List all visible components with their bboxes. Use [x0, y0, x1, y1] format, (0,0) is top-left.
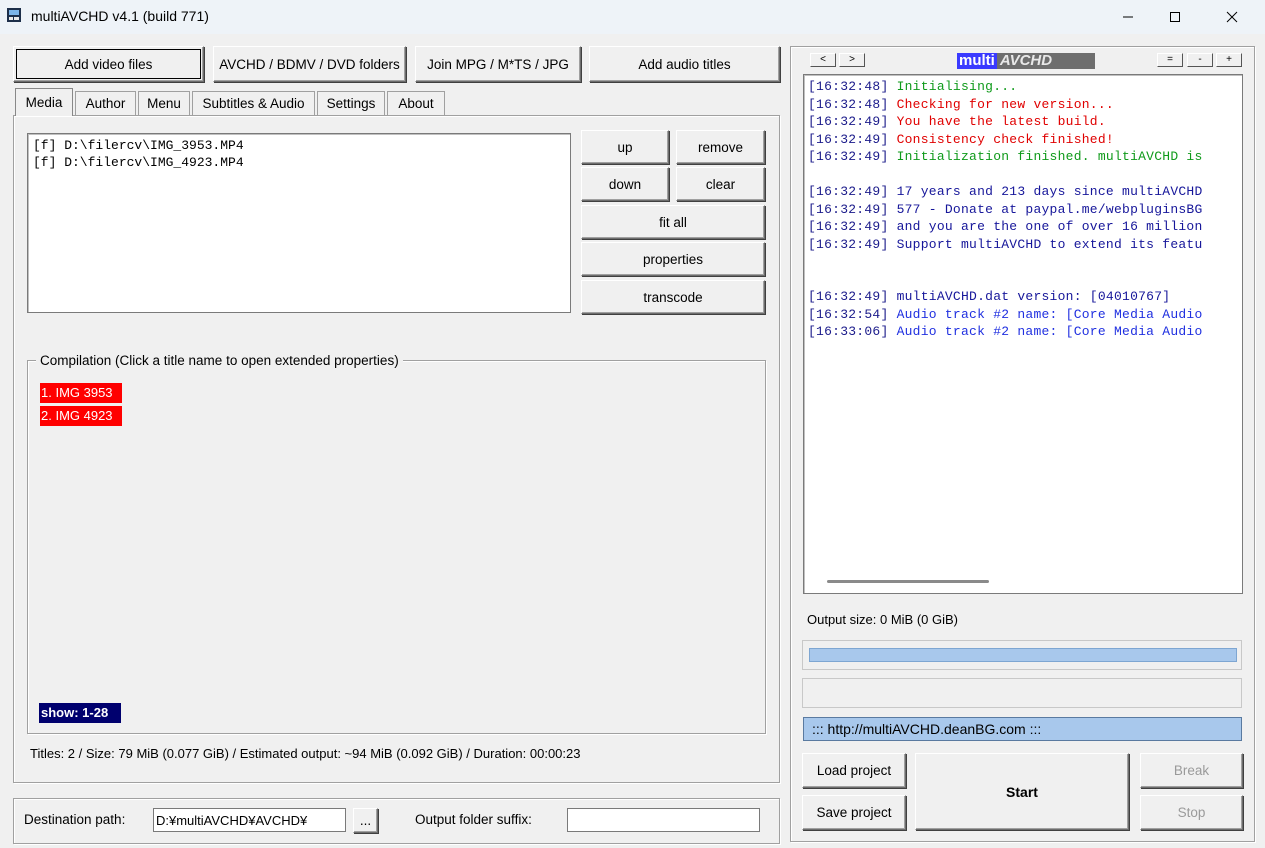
break-button[interactable]: Break: [1140, 753, 1243, 788]
log-line: [16:32:49] 17 years and 213 days since m…: [808, 184, 1203, 199]
log-timestamp: [16:32:49]: [808, 201, 889, 217]
log-timestamp: [16:32:48]: [808, 96, 889, 112]
log-line: [16:33:06] Audio track #2 name: [Core Me…: [808, 324, 1203, 339]
compilation-legend: Compilation (Click a title name to open …: [36, 353, 403, 368]
tab-media[interactable]: Media: [15, 88, 73, 116]
suffix-label: Output folder suffix:: [415, 812, 532, 827]
log-message: Initialization finished. multiAVCHD is: [896, 149, 1203, 164]
log-message: Checking for new version...: [896, 96, 1114, 112]
properties-button[interactable]: properties: [581, 242, 765, 276]
title-chip[interactable]: 1. IMG 3953: [40, 383, 122, 403]
log-view[interactable]: [16:32:48] Initialising... [16:32:48] Che…: [803, 74, 1243, 594]
window-title: multiAVCHD v4.1 (build 771): [31, 8, 209, 24]
log-line: [16:32:48] Checking for new version...: [808, 97, 1114, 112]
add-audio-titles-button[interactable]: Add audio titles: [589, 46, 780, 82]
log-line: [16:32:49] Initialization finished. mult…: [808, 149, 1203, 164]
output-suffix-input[interactable]: [567, 808, 760, 832]
log-message: Consistency check finished!: [896, 131, 1114, 147]
website-link[interactable]: ::: http://multiAVCHD.deanBG.com :::: [803, 717, 1242, 741]
remove-button[interactable]: remove: [676, 130, 765, 164]
maximize-icon: [1170, 12, 1180, 22]
log-message: 577 - Donate at paypal.me/webpluginsBG: [896, 201, 1203, 217]
fit-all-button[interactable]: fit all: [581, 205, 765, 239]
zoom-reset-button[interactable]: =: [1157, 53, 1183, 67]
tab-subtitles-audio[interactable]: Subtitles & Audio: [192, 91, 315, 115]
log-timestamp: [16:32:49]: [808, 149, 889, 164]
log-line: [16:32:49] and you are the one of over 1…: [808, 219, 1203, 234]
save-project-button[interactable]: Save project: [802, 795, 906, 830]
app-icon: [7, 8, 21, 22]
log-message: Audio track #2 name: [Core Media Audio: [896, 324, 1203, 339]
log-timestamp: [16:32:54]: [808, 306, 889, 322]
browse-button[interactable]: ...: [353, 808, 378, 833]
avchd-folders-button[interactable]: AVCHD / BDMV / DVD folders: [213, 46, 406, 82]
progress-fill: [809, 648, 1237, 662]
compilation-group: [27, 360, 766, 734]
tab-author[interactable]: Author: [75, 91, 136, 115]
log-next-button[interactable]: >: [839, 53, 865, 67]
status-text: Titles: 2 / Size: 79 MiB (0.077 GiB) / E…: [30, 746, 581, 761]
log-message: You have the latest build.: [896, 114, 1106, 129]
log-line: [16:32:49] Support multiAVCHD to extend …: [808, 237, 1203, 252]
log-message: 17 years and 213 days since multiAVCHD: [896, 184, 1203, 199]
output-size-text: Output size: 0 MiB (0 GiB): [807, 612, 958, 627]
log-line: [16:32:48] Initialising...: [808, 79, 1017, 94]
list-item[interactable]: [f] D:\filercv\IMG_4923.MP4: [33, 155, 244, 170]
log-horizontal-scrollbar[interactable]: [827, 580, 989, 583]
tab-menu[interactable]: Menu: [138, 91, 190, 115]
log-line: [16:32:49] multiAVCHD.dat version: [0401…: [808, 289, 1170, 304]
destination-label: Destination path:: [24, 812, 126, 827]
log-message: multiAVCHD.dat version: [04010767]: [896, 289, 1171, 304]
log-timestamp: [16:32:49]: [808, 236, 889, 252]
up-button[interactable]: up: [581, 130, 669, 164]
start-button[interactable]: Start: [915, 753, 1129, 830]
destination-path-input[interactable]: [153, 808, 346, 832]
log-line: [16:32:54] Audio track #2 name: [Core Me…: [808, 307, 1203, 322]
join-files-button[interactable]: Join MPG / M*TS / JPG: [415, 46, 581, 82]
log-message: Audio track #2 name: [Core Media Audio: [896, 306, 1203, 322]
maximize-button[interactable]: [1152, 0, 1198, 34]
log-timestamp: [16:32:49]: [808, 114, 889, 129]
log-line: [16:32:49] Consistency check finished!: [808, 132, 1114, 147]
clear-button[interactable]: clear: [676, 167, 765, 201]
minimize-icon: [1123, 16, 1133, 18]
log-timestamp: [16:32:48]: [808, 79, 889, 94]
log-prev-button[interactable]: <: [810, 53, 836, 67]
title-chip[interactable]: 2. IMG 4923: [40, 406, 122, 426]
zoom-in-button[interactable]: +: [1216, 53, 1242, 67]
secondary-progress-bar: [802, 678, 1242, 708]
list-item[interactable]: [f] D:\filercv\IMG_3953.MP4: [33, 138, 244, 153]
add-video-files-button[interactable]: Add video files: [13, 46, 204, 82]
tab-about[interactable]: About: [387, 91, 445, 115]
log-timestamp: [16:32:49]: [808, 131, 889, 147]
file-list[interactable]: [f] D:\filercv\IMG_3953.MP4 [f] D:\filer…: [27, 133, 571, 313]
show-range-button[interactable]: show: 1-28: [39, 703, 121, 723]
progress-bar: [802, 640, 1242, 670]
log-timestamp: [16:32:49]: [808, 219, 889, 234]
stop-button[interactable]: Stop: [1140, 795, 1243, 830]
log-line: [16:32:49] 577 - Donate at paypal.me/web…: [808, 202, 1203, 217]
transcode-button[interactable]: transcode: [581, 280, 765, 314]
down-button[interactable]: down: [581, 167, 669, 201]
log-timestamp: [16:32:49]: [808, 289, 889, 304]
minimize-button[interactable]: [1105, 0, 1151, 34]
multiavchd-logo: multi AVCHD: [957, 53, 1095, 69]
logo-multi: multi: [957, 53, 997, 69]
log-timestamp: [16:32:49]: [808, 184, 889, 199]
zoom-out-button[interactable]: -: [1187, 53, 1213, 67]
log-timestamp: [16:33:06]: [808, 324, 889, 339]
log-message: and you are the one of over 16 million: [896, 219, 1203, 234]
load-project-button[interactable]: Load project: [802, 753, 906, 788]
log-message: Initialising...: [896, 79, 1018, 94]
tab-settings[interactable]: Settings: [317, 91, 385, 115]
log-line: [16:32:49] You have the latest build.: [808, 114, 1106, 129]
close-button[interactable]: [1209, 0, 1255, 34]
log-message: Support multiAVCHD to extend its featu: [896, 236, 1203, 252]
close-icon: [1226, 11, 1238, 23]
logo-avchd: AVCHD: [999, 53, 1053, 69]
